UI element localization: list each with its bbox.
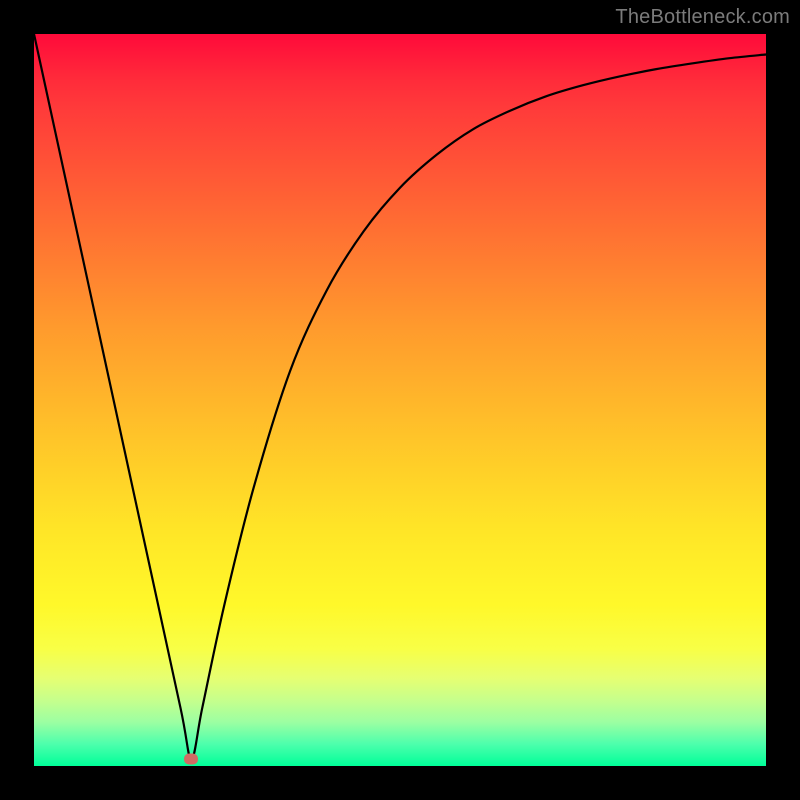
bottleneck-curve [34,34,766,759]
curve-svg [34,34,766,766]
plot-area [34,34,766,766]
watermark-text: TheBottleneck.com [615,6,790,29]
min-marker [184,753,198,764]
chart-frame: TheBottleneck.com [0,0,800,800]
